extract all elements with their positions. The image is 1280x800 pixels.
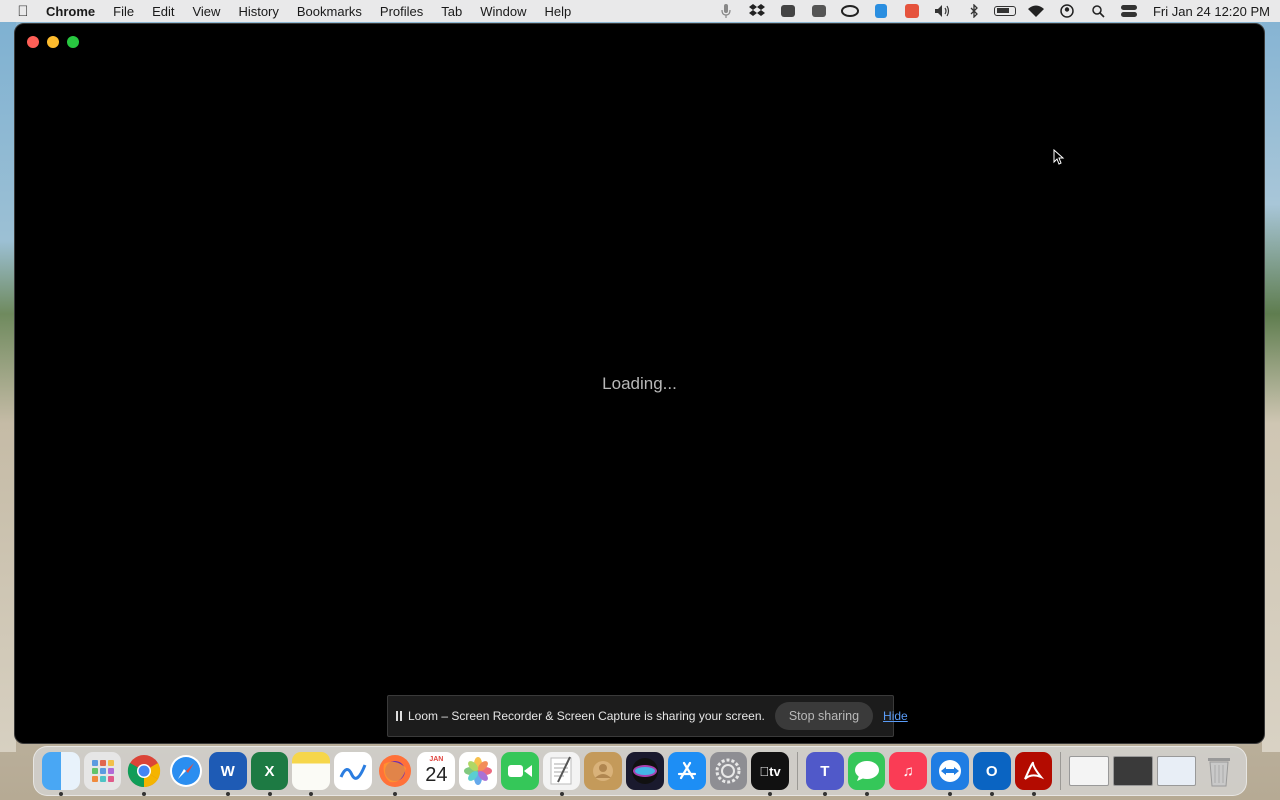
notes-icon[interactable] bbox=[292, 752, 331, 796]
textedit-icon[interactable] bbox=[542, 752, 581, 796]
minimized-window-thumbnail-1[interactable] bbox=[1069, 756, 1109, 786]
teams-icon[interactable]: T bbox=[805, 752, 844, 796]
photos-icon[interactable] bbox=[459, 752, 497, 790]
menu-file[interactable]: File bbox=[104, 4, 143, 19]
apple-menu-icon[interactable]:  bbox=[0, 3, 46, 20]
dropbox-icon[interactable] bbox=[742, 0, 773, 22]
contacts-icon[interactable] bbox=[584, 752, 623, 790]
calendar-month: JAN bbox=[429, 756, 444, 763]
loading-text: Loading... bbox=[602, 374, 677, 393]
calendar-icon[interactable]: JAN 24 bbox=[417, 752, 456, 790]
battery-icon[interactable] bbox=[990, 0, 1021, 22]
safari-icon[interactable] bbox=[167, 752, 205, 790]
facetime-icon[interactable] bbox=[500, 752, 539, 790]
excel-icon[interactable]: X bbox=[250, 752, 289, 796]
mouse-pointer-icon bbox=[1053, 149, 1065, 165]
teamviewer-icon[interactable] bbox=[931, 752, 969, 796]
menu-clock[interactable]: Fri Jan 24 12:20 PM bbox=[1145, 4, 1270, 19]
bluetooth-icon[interactable] bbox=[959, 0, 990, 22]
menu-tab[interactable]: Tab bbox=[432, 4, 471, 19]
teamviewer-status-icon[interactable] bbox=[866, 0, 897, 22]
firefox-icon[interactable] bbox=[376, 752, 414, 796]
freeform-icon[interactable] bbox=[334, 752, 372, 790]
volume-icon[interactable] bbox=[928, 0, 959, 22]
menu-profiles[interactable]: Profiles bbox=[371, 4, 432, 19]
control-center-icon[interactable] bbox=[1114, 0, 1145, 22]
screen-sharing-bar: Loom – Screen Recorder & Screen Capture … bbox=[387, 695, 908, 737]
outlook-icon[interactable]: O bbox=[972, 752, 1011, 796]
finder-icon[interactable] bbox=[42, 752, 80, 796]
sharing-message: Loom – Screen Recorder & Screen Capture … bbox=[408, 709, 765, 723]
menu-help[interactable]: Help bbox=[536, 4, 581, 19]
chrome-icon[interactable] bbox=[125, 752, 163, 796]
menu-edit[interactable]: Edit bbox=[143, 4, 183, 19]
stop-sharing-button[interactable]: Stop sharing bbox=[774, 702, 874, 730]
apple-tv-label: tv bbox=[764, 763, 781, 779]
trash-icon[interactable] bbox=[1200, 752, 1238, 790]
menu-window[interactable]: Window bbox=[471, 4, 535, 19]
outlook-status-icon[interactable] bbox=[773, 0, 804, 22]
menu-bookmarks[interactable]: Bookmarks bbox=[288, 4, 371, 19]
wifi-icon[interactable] bbox=[1021, 0, 1052, 22]
calendar-day: 24 bbox=[425, 764, 448, 786]
status-area: Fri Jan 24 12:20 PM bbox=[711, 0, 1280, 22]
siri-icon[interactable] bbox=[626, 752, 664, 790]
menu-history[interactable]: History bbox=[229, 4, 287, 19]
messages-icon[interactable] bbox=[847, 752, 886, 796]
creative-cloud-icon[interactable] bbox=[835, 0, 866, 22]
hide-link[interactable]: Hide bbox=[883, 709, 908, 723]
minimized-window-thumbnail-3[interactable] bbox=[1156, 756, 1197, 786]
dock-separator bbox=[796, 752, 798, 790]
dock-separator-2 bbox=[1060, 752, 1062, 790]
apple-tv-logo-icon:  bbox=[759, 764, 769, 779]
maximize-window-button[interactable] bbox=[67, 36, 79, 48]
word-icon[interactable]: W bbox=[208, 752, 247, 796]
notification-badge-icon[interactable] bbox=[897, 0, 928, 22]
menu-app-name[interactable]: Chrome bbox=[46, 4, 104, 19]
launchpad-icon[interactable] bbox=[83, 752, 122, 790]
status-app-icon[interactable] bbox=[804, 0, 835, 22]
close-window-button[interactable] bbox=[27, 36, 39, 48]
microphone-icon[interactable] bbox=[711, 0, 742, 22]
app-store-icon[interactable] bbox=[667, 752, 706, 790]
system-settings-icon[interactable] bbox=[709, 752, 748, 790]
menu-bar:  Chrome File Edit View History Bookmark… bbox=[0, 0, 1280, 22]
window-controls bbox=[27, 36, 79, 48]
pause-icon bbox=[396, 711, 402, 721]
apple-tv-icon[interactable]: tv bbox=[751, 752, 789, 796]
dock: W X JAN 24 tv T ♫ bbox=[33, 746, 1247, 796]
minimized-window-thumbnail-2[interactable] bbox=[1112, 756, 1153, 786]
acrobat-icon[interactable] bbox=[1014, 752, 1053, 796]
user-account-icon[interactable] bbox=[1052, 0, 1083, 22]
menu-view[interactable]: View bbox=[183, 4, 229, 19]
minimize-window-button[interactable] bbox=[47, 36, 59, 48]
music-icon[interactable]: ♫ bbox=[889, 752, 928, 790]
spotlight-search-icon[interactable] bbox=[1083, 0, 1114, 22]
chrome-window: Loading... bbox=[14, 23, 1265, 744]
